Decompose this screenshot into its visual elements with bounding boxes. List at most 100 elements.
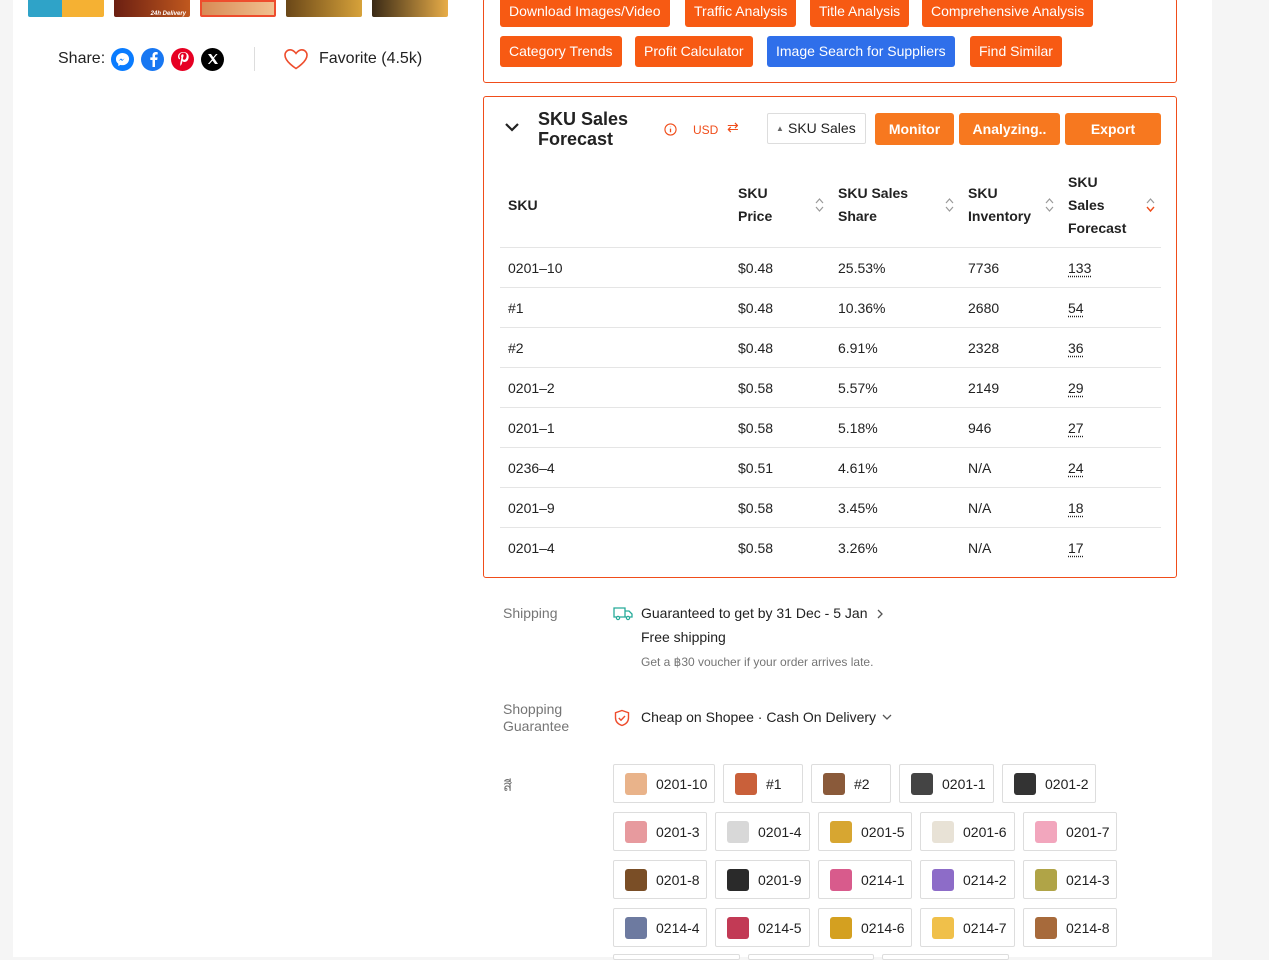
forecast-value[interactable]: 18 (1068, 500, 1084, 516)
table-row: 0201–1 $0.58 5.18% 946 27 (500, 407, 1161, 448)
variation-option[interactable]: 0201-5 (818, 812, 912, 851)
table-cell: N/A (968, 539, 992, 556)
analyzing-button[interactable]: Analyzing.. (959, 113, 1060, 145)
favorite-button[interactable]: Favorite (4.5k) (283, 45, 422, 73)
forecast-value[interactable]: 17 (1068, 540, 1084, 556)
variation-option[interactable]: 0214-6 (818, 908, 912, 947)
sort-caret-icon: ▲ (776, 124, 784, 133)
variation-option[interactable]: 0214-8 (1023, 908, 1117, 947)
table-cell: 29 (1060, 367, 1161, 408)
variation-option[interactable]: 0201-9 (715, 860, 810, 899)
variation-option[interactable]: 0214-7 (920, 908, 1015, 947)
table-cell: $0.58 (730, 407, 830, 448)
variation-option[interactable]: 0201-8 (613, 860, 707, 899)
variation-option[interactable]: #1 (723, 764, 803, 803)
table-cell: $0.58 (730, 367, 830, 408)
table-cell: 0236–4 (500, 447, 730, 488)
sort-icon[interactable] (1146, 197, 1155, 213)
forecast-value[interactable]: 54 (1068, 300, 1084, 316)
table-cell: $0.58 (738, 539, 774, 556)
x-twitter-icon[interactable] (201, 47, 225, 71)
image-search-suppliers-button[interactable]: Image Search for Suppliers (767, 36, 955, 67)
variation-thumbnail (932, 868, 954, 891)
chevron-right-icon[interactable] (876, 608, 884, 620)
heart-icon (284, 48, 308, 70)
table-cell: 946 (960, 407, 1060, 448)
currency-label[interactable]: USD (693, 123, 718, 137)
sku-panel-header: SKU Sales Forecast USD ⇄ ▲ SKU Sales Mon… (484, 97, 1176, 157)
variation-option[interactable] (613, 954, 740, 960)
title-analysis-button[interactable]: Title Analysis (810, 0, 910, 27)
variation-option[interactable]: 0201-7 (1023, 812, 1117, 851)
table-cell: 17 (1060, 528, 1161, 568)
gallery-thumbnail-5[interactable] (372, 0, 448, 17)
comprehensive-analysis-button[interactable]: Comprehensive Analysis (922, 0, 1094, 27)
share-row: Share: (58, 45, 231, 73)
variation-option[interactable] (882, 954, 1009, 960)
table-cell: 133 (1060, 247, 1161, 288)
column-sku-sales-forecast[interactable]: SKU Sales Forecast (1060, 163, 1161, 248)
gallery-thumbnail-1[interactable] (28, 0, 104, 17)
forecast-value[interactable]: 29 (1068, 380, 1084, 396)
gallery-thumbnail-4[interactable] (286, 0, 362, 17)
forecast-value[interactable]: 27 (1068, 420, 1084, 436)
sort-icon[interactable] (1045, 197, 1054, 213)
table-cell: 0201–1 (500, 407, 730, 448)
pinterest-icon[interactable] (171, 47, 195, 71)
column-sku-sales-share[interactable]: SKU Sales Share (830, 163, 960, 248)
variation-thumbnail (823, 772, 845, 795)
forecast-value[interactable]: 24 (1068, 460, 1084, 476)
messenger-icon[interactable] (111, 47, 135, 71)
variation-thumbnail (1014, 772, 1036, 795)
sort-icon[interactable] (815, 197, 824, 213)
chevron-down-icon[interactable] (881, 712, 893, 722)
table-cell: #1 (500, 287, 730, 328)
export-button[interactable]: Export (1065, 113, 1161, 145)
variation-option[interactable]: 0201-1 (899, 764, 994, 803)
variation-thumbnail (932, 916, 954, 939)
traffic-analysis-button[interactable]: Traffic Analysis (685, 0, 797, 27)
shopping-guarantee-value[interactable]: Cheap on Shopee · Cash On Delivery (641, 709, 876, 725)
gallery-thumbnail-2[interactable]: 24h Delivery (114, 0, 190, 17)
forecast-value[interactable]: 133 (1068, 260, 1091, 276)
sku-metric-select[interactable]: ▲ SKU Sales (767, 113, 866, 144)
variation-label: สี (503, 778, 513, 795)
variation-option[interactable]: 0201-6 (920, 812, 1015, 851)
table-cell: 10.36% (830, 287, 960, 328)
currency-swap-icon[interactable]: ⇄ (727, 119, 739, 136)
column-sku-price[interactable]: SKU Price (730, 163, 830, 248)
late-voucher-text: Get a ฿30 voucher if your order arrives … (641, 655, 874, 669)
variation-option[interactable]: 0214-1 (818, 860, 912, 899)
shipping-guarantee-date[interactable]: Guaranteed to get by 31 Dec - 5 Jan (641, 605, 867, 621)
table-cell: 27 (1060, 407, 1161, 448)
facebook-icon[interactable] (141, 47, 165, 71)
sort-icon[interactable] (945, 197, 954, 213)
thumbnail-caption: 24h Delivery (150, 11, 186, 17)
variation-option[interactable]: 0214-3 (1023, 860, 1117, 899)
variation-option[interactable] (748, 954, 874, 960)
variation-option[interactable]: 0214-2 (920, 860, 1015, 899)
gallery-thumbnail-3[interactable] (200, 0, 276, 17)
variation-option[interactable]: 0201-3 (613, 812, 707, 851)
find-similar-button[interactable]: Find Similar (970, 36, 1062, 67)
info-icon[interactable] (664, 123, 677, 136)
favorite-label: Favorite (4.5k) (319, 50, 423, 67)
variation-option[interactable]: #2 (811, 764, 891, 803)
variation-thumbnail (625, 916, 647, 939)
share-label: Share: (58, 50, 106, 67)
variation-option[interactable]: 0201-4 (715, 812, 810, 851)
variation-option[interactable]: 0214-4 (613, 908, 707, 947)
variation-option[interactable]: 0201-10 (613, 764, 715, 803)
variation-option[interactable]: 0214-5 (715, 908, 810, 947)
monitor-button[interactable]: Monitor (875, 113, 954, 145)
profit-calculator-button[interactable]: Profit Calculator (635, 36, 753, 67)
table-row: 0201–4 $0.58 3.26% N/A 17 (500, 528, 1161, 568)
forecast-value[interactable]: 36 (1068, 340, 1084, 356)
column-sku-inventory[interactable]: SKU Inventory (960, 163, 1060, 248)
download-images-video-button[interactable]: Download Images/Video (500, 0, 670, 27)
variation-option[interactable]: 0201-2 (1002, 764, 1096, 803)
sku-panel-title: SKU Sales Forecast (538, 109, 629, 149)
category-trends-button[interactable]: Category Trends (500, 36, 622, 67)
chevron-down-icon[interactable] (504, 121, 520, 133)
sku-table-header-row: SKU SKU Price SKU Sales Share SKU Invent… (500, 163, 1161, 248)
